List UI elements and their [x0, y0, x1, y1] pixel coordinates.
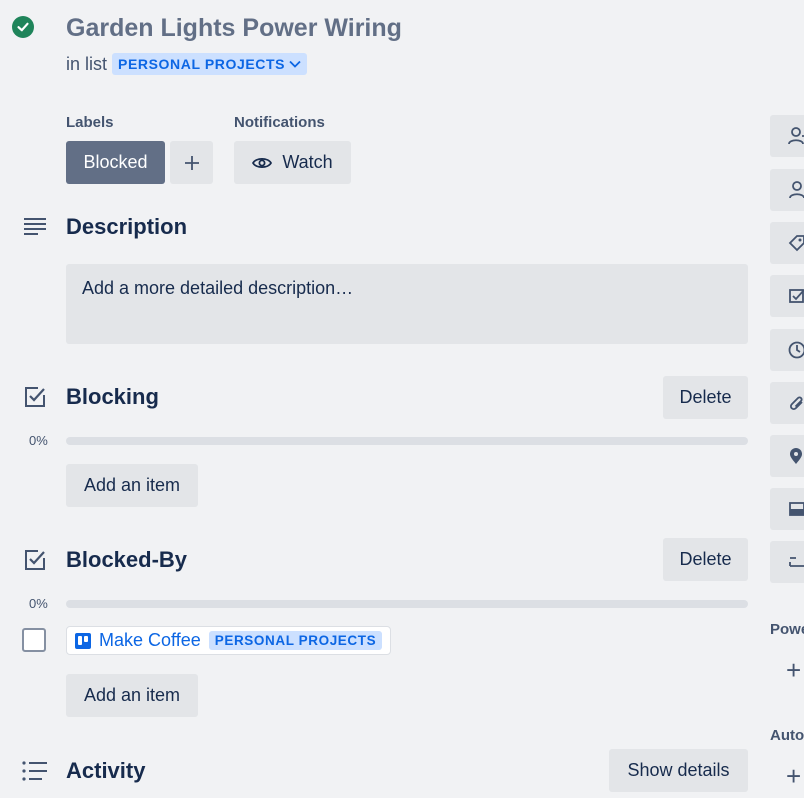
- linked-card-list-badge: PERSONAL PROJECTS: [208, 631, 383, 650]
- custom-fields-icon: [789, 557, 804, 567]
- join-member-button[interactable]: [770, 115, 804, 157]
- add-label-button[interactable]: [170, 141, 213, 184]
- plus-icon: [184, 155, 199, 170]
- delete-checklist-blocking-button[interactable]: Delete: [663, 376, 748, 419]
- label-blocked[interactable]: Blocked: [66, 141, 165, 184]
- description-heading: Description: [66, 214, 188, 239]
- checklist-progress-bar: [66, 600, 748, 608]
- watch-label: Watch: [282, 152, 333, 172]
- power-ups-heading: Powe: [770, 621, 804, 638]
- cover-icon: [789, 502, 804, 516]
- paperclip-icon: [790, 396, 803, 410]
- add-power-up-button[interactable]: +: [786, 657, 801, 683]
- add-item-blocked-by-button[interactable]: Add an item: [66, 674, 198, 717]
- in-list-prefix: in list: [66, 53, 108, 74]
- checklist-progress-bar: [66, 437, 748, 445]
- tag-icon: [788, 235, 804, 252]
- delete-checklist-blocked-by-button[interactable]: Delete: [663, 538, 748, 581]
- checklist-icon: [22, 547, 48, 573]
- add-item-blocking-button[interactable]: Add an item: [66, 464, 198, 507]
- checkbox-icon: [789, 289, 804, 303]
- checklist-title-blocked-by[interactable]: Blocked-By: [66, 547, 187, 573]
- notifications-heading: Notifications: [234, 114, 325, 131]
- list-name: PERSONAL PROJECTS: [118, 56, 286, 72]
- checklist-progress-text: 0%: [29, 596, 48, 611]
- list-selector[interactable]: PERSONAL PROJECTS: [112, 53, 308, 75]
- cover-button[interactable]: [770, 488, 804, 530]
- checklist-item-checkbox[interactable]: [22, 628, 46, 652]
- members-button[interactable]: [770, 169, 804, 211]
- add-member-icon: [788, 127, 804, 145]
- location-button[interactable]: [770, 435, 804, 477]
- attachment-button[interactable]: [770, 382, 804, 424]
- custom-fields-button[interactable]: [770, 541, 804, 583]
- in-list-row: in list PERSONAL PROJECTS: [66, 53, 308, 75]
- description-editor[interactable]: Add a more detailed description…: [66, 264, 748, 344]
- dates-button[interactable]: [770, 329, 804, 371]
- labels-button[interactable]: [770, 222, 804, 264]
- automation-heading: Auto: [770, 727, 804, 744]
- linked-card-chip[interactable]: Make Coffee PERSONAL PROJECTS: [66, 626, 392, 655]
- clock-icon: [788, 341, 804, 359]
- checklist-progress-text: 0%: [29, 433, 48, 448]
- eye-icon: [252, 157, 273, 168]
- watch-button[interactable]: Watch: [234, 141, 351, 184]
- checklist-title-blocking[interactable]: Blocking: [66, 384, 159, 410]
- checklist-button[interactable]: [770, 275, 804, 317]
- member-icon: [789, 181, 804, 199]
- labels-heading: Labels: [66, 114, 114, 131]
- add-automation-button[interactable]: +: [786, 763, 801, 789]
- chevron-down-icon: [289, 60, 301, 68]
- location-pin-icon: [790, 448, 802, 464]
- activity-heading: Activity: [66, 758, 146, 783]
- linked-card-title[interactable]: Make Coffee: [99, 630, 201, 651]
- checklist-icon: [22, 384, 48, 410]
- show-details-button[interactable]: Show details: [609, 749, 748, 792]
- card-title[interactable]: Garden Lights Power Wiring: [66, 14, 402, 43]
- activity-icon: [22, 758, 48, 784]
- description-icon: [22, 214, 48, 240]
- complete-check-icon[interactable]: [12, 16, 34, 38]
- trello-card-icon: [75, 632, 91, 649]
